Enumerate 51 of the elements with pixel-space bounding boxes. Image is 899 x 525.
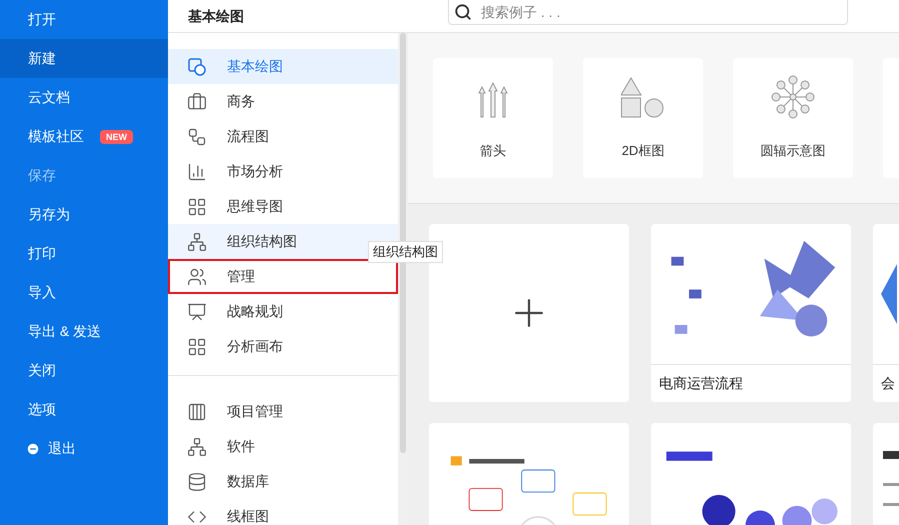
category-item[interactable]: 数据库: [168, 464, 398, 499]
search-field[interactable]: 搜索例子 . . .: [448, 0, 848, 25]
sidebar-item[interactable]: 新建: [0, 39, 168, 78]
template-card[interactable]: 会: [873, 224, 899, 402]
hierarchy-icon: [187, 436, 207, 456]
category-item[interactable]: 市场分析: [168, 154, 398, 189]
category-item[interactable]: 基本绘图: [168, 49, 398, 84]
hierarchy-icon: [187, 232, 207, 252]
category-item[interactable]: 分析画布: [168, 329, 398, 364]
shape-card[interactable]: 2D框图: [583, 58, 703, 178]
search-icon: [454, 3, 472, 21]
shape-label: 2D框图: [622, 142, 664, 160]
sidebar-item[interactable]: 选项: [0, 390, 168, 429]
sidebar-item[interactable]: 打开: [0, 0, 168, 39]
category-item[interactable]: 项目管理: [168, 394, 398, 429]
bar-chart-icon: [187, 162, 207, 182]
exit-icon: [26, 442, 40, 456]
shapes-icon: [187, 56, 207, 76]
shape-label: 圆辐示意图: [760, 142, 826, 160]
shape-card[interactable]: 箭头: [433, 58, 553, 178]
basic-shapes-icon: [621, 76, 665, 118]
template-title: 会: [881, 374, 895, 393]
radial-diagram-icon: [771, 74, 815, 118]
flowchart-icon: [187, 126, 207, 146]
category-item[interactable]: 商务: [168, 84, 398, 119]
columns-icon: [187, 402, 207, 422]
template-card[interactable]: 电商运营流程: [651, 224, 851, 402]
sidebar-item[interactable]: 关闭: [0, 351, 168, 390]
category-item[interactable]: 战略规划: [168, 294, 398, 329]
category-item[interactable]: 思维导图: [168, 189, 398, 224]
category-item[interactable]: 线框图: [168, 499, 398, 525]
template-title: 电商运营流程: [659, 374, 743, 393]
diamond-preview: [881, 264, 897, 324]
sidebar-item[interactable]: 模板社区 NEW: [0, 117, 168, 156]
tooltip: 组织结构图: [368, 241, 443, 262]
grid-icon: [187, 336, 207, 356]
shape-label: 箭头: [480, 142, 506, 160]
sidebar-item[interactable]: 退出: [0, 429, 168, 468]
sidebar-item[interactable]: 导入: [0, 273, 168, 312]
sidebar-item[interactable]: 导出 & 发送: [0, 312, 168, 351]
sidebar-item[interactable]: 另存为: [0, 195, 168, 234]
briefcase-icon: [187, 92, 207, 112]
people-icon: [187, 266, 207, 286]
new-badge: NEW: [100, 130, 133, 144]
category-item[interactable]: 流程图: [168, 119, 398, 154]
shape-card[interactable]: 圆辐示意图: [733, 58, 853, 178]
category-item[interactable]: 软件: [168, 429, 398, 464]
database-icon: [187, 472, 207, 492]
sidebar-item[interactable]: 打印: [0, 234, 168, 273]
sidebar-item[interactable]: 云文档: [0, 78, 168, 117]
panel-title: 基本绘图: [188, 6, 244, 26]
